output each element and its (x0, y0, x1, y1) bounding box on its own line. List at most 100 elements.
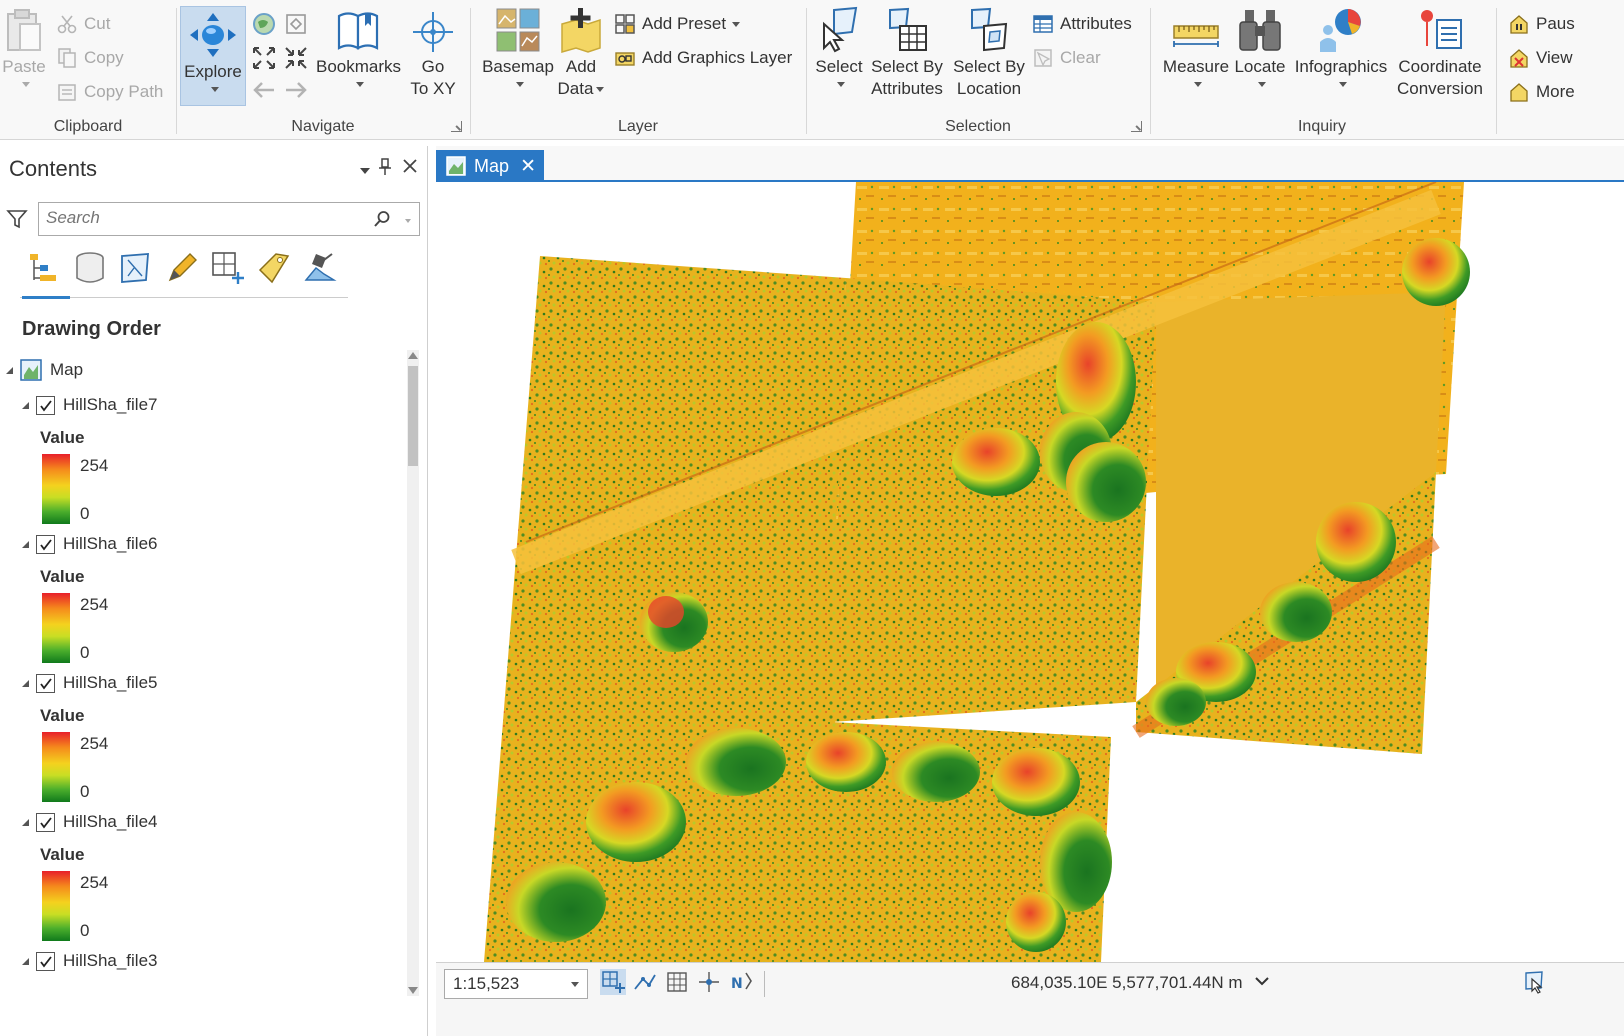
selection-launcher-icon[interactable] (1131, 121, 1142, 132)
layer-name: HillSha_file3 (63, 951, 158, 971)
coordinate-conversion-button[interactable]: Coordinate Conversion (1394, 6, 1486, 100)
tab-map[interactable]: Map ✕ (436, 150, 544, 182)
toc-layer-item[interactable]: HillSha_file6 (20, 532, 158, 556)
toc-layer-item[interactable]: HillSha_file4 (20, 810, 158, 834)
coordinate-conversion-label-2: Conversion (1394, 78, 1486, 100)
search-input[interactable] (46, 203, 366, 233)
close-icon[interactable] (402, 158, 418, 174)
list-by-labeling-icon[interactable] (256, 250, 292, 286)
fixed-zoom-in-icon[interactable] (250, 44, 278, 72)
copy-path-button[interactable]: Copy Path (56, 80, 163, 104)
pin-icon[interactable] (378, 158, 392, 176)
chevron-down-icon (211, 87, 219, 92)
layer-visibility-checkbox[interactable] (36, 952, 55, 971)
full-extent-icon[interactable] (250, 10, 278, 38)
paste-icon (4, 6, 44, 54)
add-graphics-layer-button[interactable]: Add Graphics Layer (614, 46, 792, 70)
pane-options-chevron-icon[interactable] (360, 168, 370, 174)
toc-map-item[interactable]: Map (4, 358, 83, 382)
map-canvas[interactable] (436, 182, 1624, 962)
chevron-down-icon[interactable] (1254, 973, 1270, 989)
select-by-location-label-2: Location (952, 78, 1026, 100)
coordinate-conversion-label-1: Coordinate (1394, 56, 1486, 78)
search-options-chevron-icon[interactable] (405, 219, 411, 223)
infographics-icon (1316, 6, 1366, 54)
more-labels-button[interactable]: More (1508, 80, 1575, 104)
collapse-triangle-icon[interactable] (20, 956, 30, 966)
add-data-button[interactable]: Add Data (556, 6, 606, 100)
copy-button[interactable]: Copy (56, 46, 124, 70)
scale-selector[interactable]: 1:15,523 (444, 969, 588, 999)
measure-button[interactable]: Measure (1158, 6, 1234, 90)
pause-labels-button[interactable]: Paus (1508, 12, 1575, 36)
view-unplaced-label: View (1536, 48, 1573, 68)
coordinate-conversion-icon (1415, 6, 1465, 54)
snapping-icon[interactable] (632, 969, 658, 995)
list-by-drawing-order-icon[interactable] (26, 250, 62, 286)
constraint-icon[interactable] (696, 969, 722, 995)
contents-view-toolbar (20, 246, 348, 298)
explore-button[interactable]: Explore (180, 6, 246, 106)
cut-label: Cut (84, 14, 110, 34)
legend-title: Value (40, 567, 84, 587)
collapse-triangle-icon[interactable] (20, 539, 30, 549)
map-label: Map (50, 360, 83, 380)
explore-label: Explore (181, 61, 245, 83)
selection-status-icon[interactable] (1522, 969, 1548, 995)
fixed-zoom-out-icon[interactable] (282, 44, 310, 72)
legend-max-value: 254 (80, 734, 108, 754)
north-arrow-icon[interactable]: N (728, 969, 754, 995)
zoom-to-layer-icon[interactable] (282, 10, 310, 38)
basemap-button[interactable]: Basemap (476, 6, 560, 90)
layer-visibility-checkbox[interactable] (36, 674, 55, 693)
view-unplaced-button[interactable]: View (1508, 46, 1573, 70)
locate-button[interactable]: Locate (1232, 6, 1288, 90)
list-by-selection-icon[interactable] (118, 250, 154, 286)
infographics-button[interactable]: Infographics (1292, 6, 1390, 90)
toc-layer-item[interactable]: HillSha_file5 (20, 671, 158, 695)
color-ramp-swatch (42, 732, 70, 802)
select-by-attributes-button[interactable]: Select By Attributes (870, 6, 944, 100)
search-icon[interactable] (373, 210, 391, 228)
close-tab-icon[interactable]: ✕ (520, 155, 536, 178)
layer-visibility-checkbox[interactable] (36, 813, 55, 832)
paste-button[interactable]: Paste (2, 6, 46, 90)
list-by-snapping-icon[interactable] (210, 250, 246, 286)
navigator-icon[interactable] (600, 969, 626, 995)
toc-layer-item[interactable]: HillSha_file3 (20, 949, 158, 973)
graphics-layer-icon (614, 47, 636, 69)
legend-min-value: 0 (80, 921, 89, 941)
collapse-triangle-icon[interactable] (20, 817, 30, 827)
copy-label: Copy (84, 48, 124, 68)
navigate-launcher-icon[interactable] (451, 121, 462, 132)
cut-button[interactable]: Cut (56, 12, 110, 36)
pause-labels-label: Paus (1536, 14, 1575, 34)
select-button[interactable]: Select (812, 6, 866, 90)
scrollbar-thumb[interactable] (408, 366, 418, 466)
collapse-triangle-icon[interactable] (20, 400, 30, 410)
select-by-location-button[interactable]: Select By Location (952, 6, 1026, 100)
goto-xy-button[interactable]: Go To XY (406, 6, 460, 100)
scroll-down-icon[interactable] (408, 987, 418, 994)
list-by-editing-icon[interactable] (164, 250, 200, 286)
list-by-data-source-icon[interactable] (72, 250, 108, 286)
chevron-down-icon (1258, 82, 1266, 87)
scroll-up-icon[interactable] (408, 352, 418, 359)
attributes-button[interactable]: Attributes (1032, 12, 1132, 36)
add-data-label-1: Add (556, 56, 606, 78)
collapse-triangle-icon[interactable] (4, 365, 14, 375)
list-by-perspective-imagery-icon[interactable] (302, 250, 338, 286)
add-preset-button[interactable]: Add Preset (614, 12, 740, 36)
layer-visibility-checkbox[interactable] (36, 396, 55, 415)
filter-icon[interactable] (6, 208, 28, 230)
next-extent-icon[interactable] (282, 78, 310, 102)
search-box (38, 202, 420, 236)
bookmarks-button[interactable]: Bookmarks (316, 6, 400, 90)
previous-extent-icon[interactable] (250, 78, 278, 102)
collapse-triangle-icon[interactable] (20, 678, 30, 688)
layer-visibility-checkbox[interactable] (36, 535, 55, 554)
grid-icon[interactable] (664, 969, 690, 995)
clear-button[interactable]: Clear (1032, 46, 1101, 70)
toc-layer-item[interactable]: HillSha_file7 (20, 393, 158, 417)
contents-scrollbar[interactable] (407, 350, 419, 996)
